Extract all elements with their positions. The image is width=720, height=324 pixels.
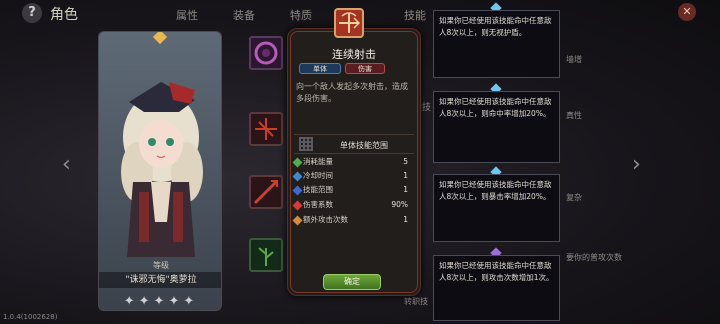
stub-text-1: 墙增 <box>566 55 582 64</box>
stub-text-4: 要你的普攻次数 <box>566 253 622 262</box>
skill-slot-4[interactable] <box>249 238 283 272</box>
hero-level: 等级 <box>153 261 169 270</box>
range-grid-icon <box>299 137 313 151</box>
cooldown-icon <box>292 171 303 181</box>
range-icon <box>292 185 303 195</box>
stub-text-3: 复杂 <box>566 193 582 202</box>
hero-stars: ✦✦✦✦✦ <box>123 294 199 309</box>
stub-text-2: 真性 <box>566 111 582 120</box>
extra-attack-icon <box>292 215 303 225</box>
close-icon[interactable]: ✕ <box>678 3 696 21</box>
next-hero-arrow-icon[interactable]: › <box>632 154 648 176</box>
skill-description: 向一个敌人发起多次射击，造成多段伤害。 <box>296 82 408 103</box>
stat-row-extra-attacks: 额外攻击次数 1 <box>292 213 412 227</box>
skill-bg-label-4: 转职技 <box>404 297 428 306</box>
stat-row-energy: 消耗能量 5 <box>292 155 412 169</box>
tab-attributes[interactable]: 属性 <box>176 7 198 23</box>
hero-card[interactable]: 等级 "诛邪无悔"奥萝拉 ✦✦✦✦✦ <box>98 31 222 311</box>
divider <box>294 134 414 135</box>
bonus-panel-1: 如果你已经使用该技能命中任意敌人8次以上，则无视护盾。 <box>433 10 560 78</box>
page-title: 角色 <box>50 7 78 23</box>
tab-traits[interactable]: 特质 <box>290 7 312 23</box>
range-label: 单体技能范围 <box>340 141 388 150</box>
skill-title: 连续射击 <box>332 48 376 61</box>
vortex-icon <box>254 41 278 65</box>
skill-slot-3[interactable] <box>249 175 283 209</box>
prev-hero-arrow-icon[interactable]: ‹ <box>62 154 78 176</box>
tab-equipment[interactable]: 装备 <box>233 7 255 23</box>
energy-icon <box>292 157 303 167</box>
tag-damage: 伤害 <box>345 63 385 74</box>
version-label: 1.0.4(1002628) <box>3 313 58 321</box>
crossbow-small-icon <box>255 118 277 140</box>
stat-row-range: 技能范围 1 <box>292 183 412 197</box>
bonus-panel-3: 如果你已经使用该技能命中任意敌人8次以上，则暴击率增加20%。 <box>433 174 560 242</box>
hero-name: "诛邪无悔"奥萝拉 <box>99 272 221 288</box>
crossbow-icon <box>334 8 364 38</box>
stat-row-cooldown: 冷却时间 1 <box>292 169 412 183</box>
bonus-panel-2: 如果你已经使用该技能命中任意敌人8次以上，则命中率增加20%。 <box>433 91 560 163</box>
tab-skills[interactable]: 技能 <box>404 7 426 23</box>
divider <box>294 153 414 154</box>
skill-slot-1[interactable] <box>249 36 283 70</box>
bonus-panel-4: 如果你已经使用该技能命中任意敌人8次以上，则攻击次数增加1次。 <box>433 255 560 321</box>
hero-portrait <box>121 82 203 257</box>
nature-icon <box>258 247 274 266</box>
help-icon[interactable]: ? <box>22 3 42 23</box>
stat-row-damage: 伤害系数 90% <box>292 198 412 212</box>
tag-single: 单体 <box>299 63 341 74</box>
confirm-button[interactable]: 确定 <box>323 274 381 290</box>
skill-slot-2[interactable] <box>249 112 283 146</box>
arrow-shot-icon <box>253 179 279 205</box>
damage-icon <box>292 200 303 210</box>
